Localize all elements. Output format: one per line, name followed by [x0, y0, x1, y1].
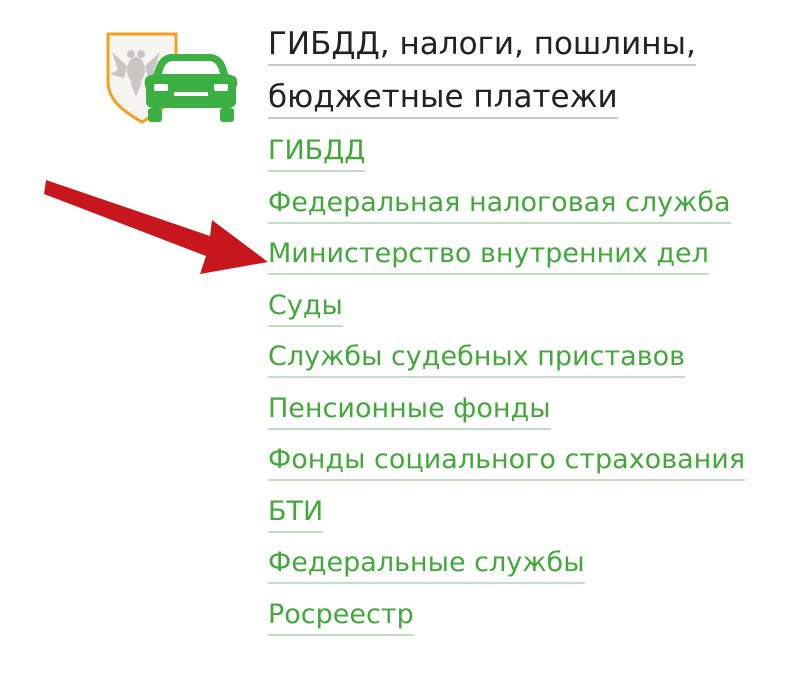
link-pension-funds[interactable]: Пенсионные фонды: [268, 390, 551, 430]
list-item: БТИ: [268, 493, 745, 545]
link-federal-tax-service[interactable]: Федеральная налоговая служба: [268, 184, 731, 224]
link-bti[interactable]: БТИ: [268, 493, 324, 533]
link-rosreestr[interactable]: Росреестр: [268, 596, 414, 636]
list-item: Пенсионные фонды: [268, 390, 745, 442]
link-courts[interactable]: Суды: [268, 287, 343, 327]
category-title-line-2: бюджетные платежи: [268, 77, 618, 119]
list-item: Росреестр: [268, 596, 745, 648]
red-pointer-arrow-icon: [44, 180, 268, 274]
link-bailiff-services[interactable]: Службы судебных приставов: [268, 338, 686, 378]
category-title-line-1: ГИБДД, налоги, пошлины,: [268, 24, 696, 66]
list-item: Суды: [268, 287, 745, 339]
list-item: Службы судебных приставов: [268, 338, 745, 390]
link-federal-services[interactable]: Федеральные службы: [268, 544, 585, 584]
list-item: Федеральные службы: [268, 544, 745, 596]
link-ministry-internal-affairs[interactable]: Министерство внутренних дел: [268, 235, 709, 275]
category-title: ГИБДД, налоги, пошлины, бюджетные платеж…: [268, 20, 788, 126]
list-item: Федеральная налоговая служба: [268, 184, 745, 236]
list-item: Фонды социального страхования: [268, 441, 746, 493]
recipient-links-list: ГИБДД Федеральная налоговая служба Минис…: [268, 132, 746, 648]
link-gibdd[interactable]: ГИБДД: [268, 132, 366, 172]
list-item: ГИБДД: [268, 132, 745, 184]
list-item: Министерство внутренних дел: [268, 235, 745, 287]
link-social-insurance-funds[interactable]: Фонды социального страхования: [268, 441, 746, 481]
traffic-police-car-icon: [106, 32, 238, 124]
